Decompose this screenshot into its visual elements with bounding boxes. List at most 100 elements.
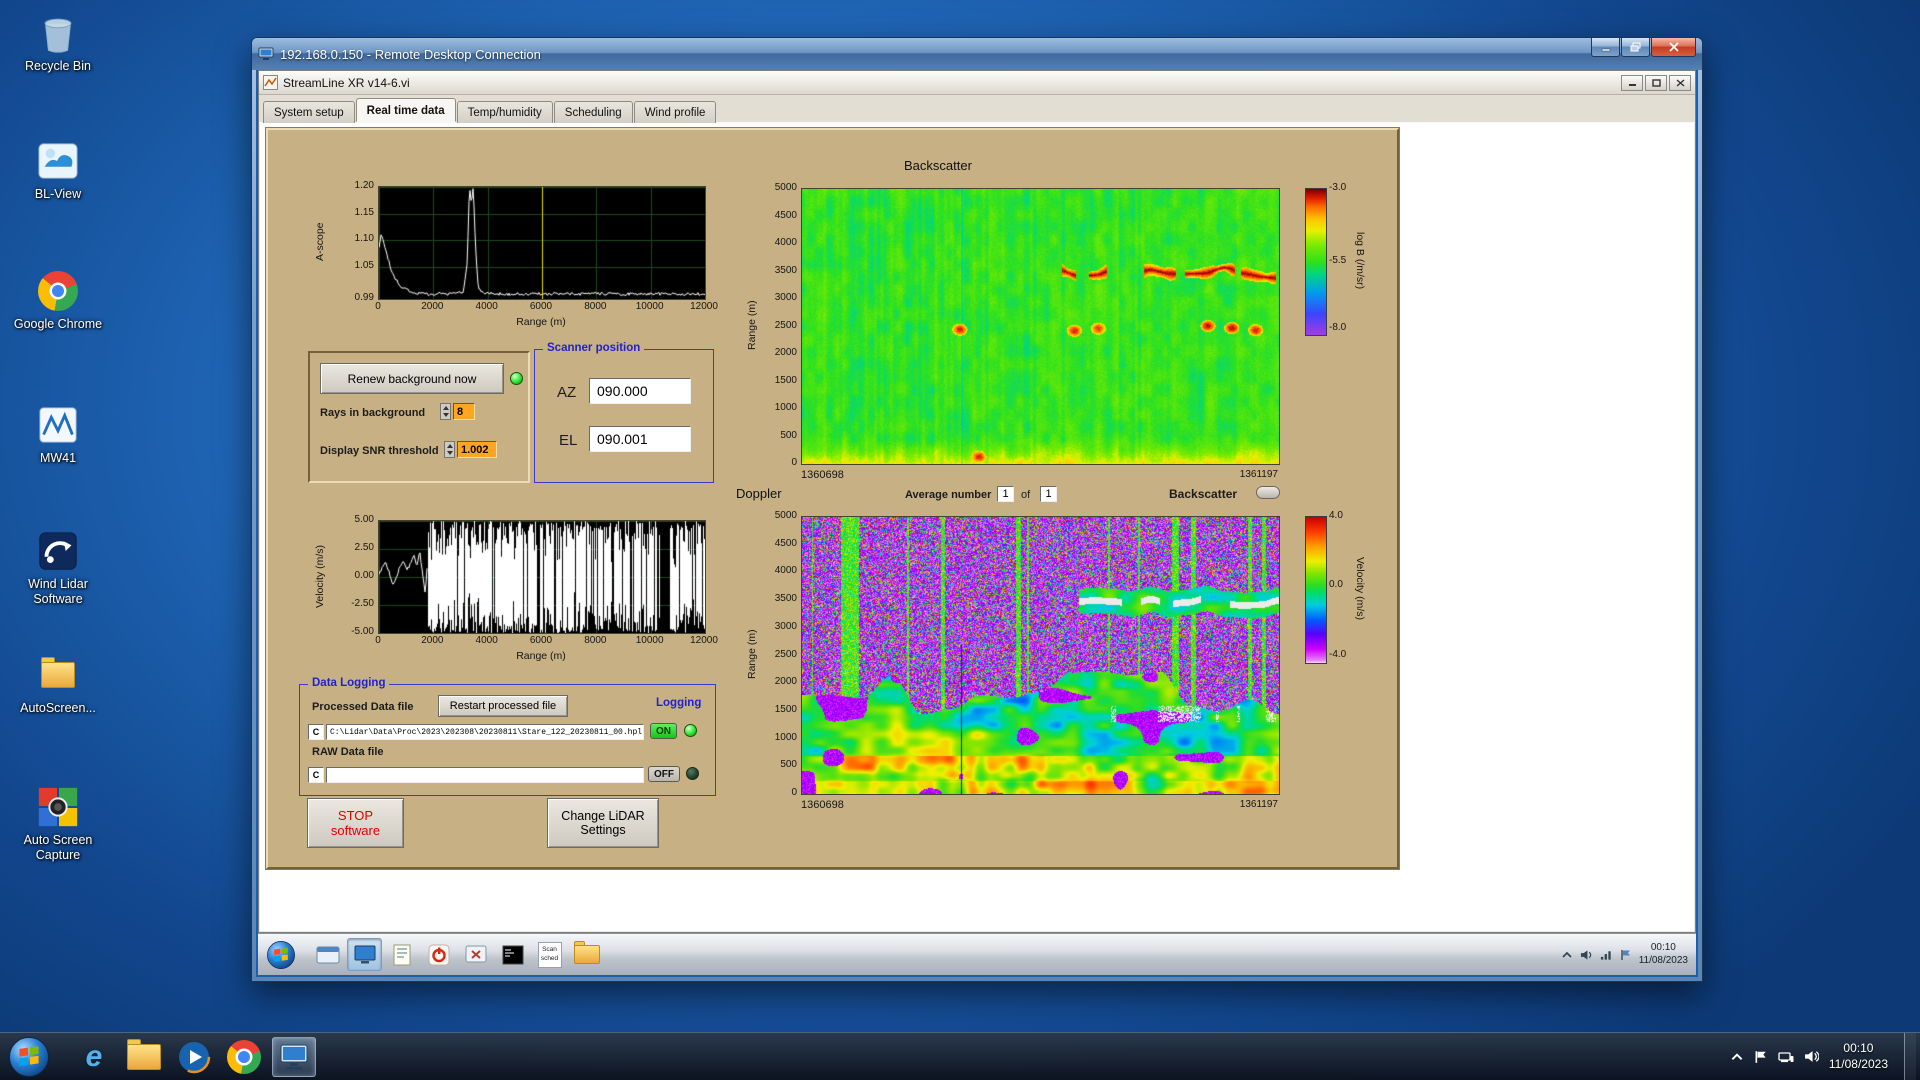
app-maximize-button[interactable] (1645, 74, 1667, 91)
axis-tick-label: 500 (780, 429, 797, 441)
average-total-field[interactable]: 1 (1040, 486, 1057, 502)
wind-lidar-icon (35, 528, 81, 574)
processed-path-field[interactable]: C:\Lidar\Data\Proc\2023\202308\20230811\… (326, 724, 644, 740)
snr-spinner[interactable] (444, 441, 455, 458)
el-value-field[interactable]: 090.001 (589, 426, 691, 452)
desktop-icon-bl-view[interactable]: BL-View (8, 138, 108, 202)
desktop-icon-recycle-bin[interactable]: Recycle Bin (8, 10, 108, 74)
rdp-close-button[interactable] (1651, 38, 1696, 57)
desktop-icon-auto-screen-capture[interactable]: Auto Screen Capture (8, 784, 108, 864)
doppler-colorbar (1305, 516, 1327, 664)
average-number-field[interactable]: 1 (997, 486, 1014, 502)
axis-tick-label: 0 (375, 301, 381, 312)
remote-taskbar: Scan sched 00:10 11/08/2023 (258, 933, 1696, 975)
tab-wind-profile[interactable]: Wind profile (633, 101, 717, 123)
restart-processed-file-button[interactable]: Restart processed file (438, 695, 568, 717)
taskbar-rdp-button[interactable] (272, 1036, 316, 1077)
axis-tick-label: -8.0 (1329, 322, 1347, 334)
axis-tick-label: 2.50 (354, 542, 374, 553)
processed-logging-toggle[interactable]: ON (650, 723, 677, 739)
ascope-graph: A-scope Range (m) 1.20 1.15 1.10 1.05 0.99 0 2… (308, 180, 718, 342)
app-close-button[interactable] (1669, 74, 1691, 91)
rays-value[interactable]: 8 (453, 403, 475, 420)
tab-system-setup[interactable]: System setup (263, 101, 355, 123)
renew-background-button[interactable]: Renew background now (320, 363, 504, 394)
remote-taskbar-app-button[interactable] (347, 938, 382, 971)
change-lidar-settings-button[interactable]: Change LiDAR Settings (547, 798, 659, 848)
remote-taskbar-window-button[interactable] (310, 938, 345, 971)
axis-tick-label: 2500 (774, 319, 797, 331)
tray-chevron-icon[interactable] (1730, 1051, 1744, 1063)
app-minimize-button[interactable] (1621, 74, 1643, 91)
remote-tray-network-icon[interactable] (1600, 949, 1613, 961)
desktop-icon-label: Google Chrome (13, 317, 103, 331)
tray-volume-icon[interactable] (1804, 1050, 1819, 1063)
desktop-icon-mw41[interactable]: MW41 (8, 402, 108, 466)
processed-drive-chip[interactable]: C (308, 724, 324, 740)
remote-start-button[interactable] (266, 940, 296, 970)
remote-taskbar-terminal-button[interactable] (495, 938, 530, 971)
remote-taskbar-folder-button[interactable] (569, 938, 604, 971)
remote-taskbar-power-button[interactable] (421, 938, 456, 971)
taskbar-explorer-button[interactable] (122, 1037, 166, 1077)
mw41-icon (35, 402, 81, 448)
remote-tray-volume-icon[interactable] (1580, 949, 1593, 961)
remote-tray-flag-icon[interactable] (1620, 949, 1632, 961)
desktop-icon-label: Recycle Bin (25, 59, 91, 73)
raw-logging-toggle[interactable]: OFF (648, 766, 680, 782)
rays-spinner[interactable] (440, 403, 451, 420)
rdp-app-icon (258, 47, 274, 60)
axis-tick-label: 1000 (774, 731, 797, 743)
axis-tick-label: 2000 (421, 301, 444, 312)
doppler-plot (801, 516, 1280, 795)
backscatter-toggle[interactable] (1256, 486, 1280, 499)
remote-tray-chevron-icon[interactable] (1561, 950, 1573, 960)
axis-tick-label: 4500 (774, 537, 797, 549)
tab-scheduling[interactable]: Scheduling (553, 101, 633, 123)
axis-tick-label: 0.00 (354, 570, 374, 581)
backscatter-plot (801, 188, 1280, 465)
processed-logging-led (684, 724, 697, 737)
taskbar-clock[interactable]: 00:10 11/08/2023 (1829, 1041, 1888, 1072)
folder-icon (35, 652, 81, 698)
snr-threshold-label: Display SNR threshold (320, 445, 439, 457)
tab-real-time-data[interactable]: Real time data (355, 98, 456, 122)
app-titlebar[interactable]: StreamLine XR v14-6.vi (259, 71, 1695, 95)
show-desktop-button[interactable] (1904, 1032, 1916, 1080)
desktop-icon-wind-lidar[interactable]: Wind Lidar Software (8, 528, 108, 608)
desktop-icon-chrome[interactable]: Google Chrome (8, 268, 108, 332)
taskbar-ie-button[interactable]: e (72, 1037, 116, 1077)
rdp-titlebar[interactable]: 192.168.0.150 - Remote Desktop Connectio… (252, 38, 1702, 70)
raw-drive-chip[interactable]: C (308, 767, 324, 783)
tray-flag-icon[interactable] (1754, 1050, 1768, 1064)
app-client-area: A-scope Range (m) 1.20 1.15 1.10 1.05 0.99 0 2… (260, 123, 1694, 931)
axis-tick-label: 4000 (475, 301, 498, 312)
remote-clock[interactable]: 00:10 11/08/2023 (1639, 942, 1688, 967)
snr-threshold-value[interactable]: 1.002 (457, 441, 497, 458)
ie-icon: e (85, 1039, 103, 1073)
remote-taskbar-notes-button[interactable] (384, 938, 419, 971)
desktop-icon-label: Auto Screen Capture (23, 833, 93, 863)
system-tray: 00:10 11/08/2023 (1730, 1032, 1920, 1080)
tray-network-icon[interactable] (1778, 1050, 1794, 1064)
tab-temp-humidity[interactable]: Temp/humidity (456, 101, 553, 123)
az-value-field[interactable]: 090.000 (589, 378, 691, 404)
remote-taskbar-scan-sched-button[interactable]: Scan sched (532, 938, 567, 971)
doppler-graph: Range (m) 1360698 1361197 Velocity (m/s)… (738, 510, 1398, 840)
stop-software-button[interactable]: STOP software (307, 798, 404, 848)
taskbar-chrome-button[interactable] (222, 1037, 266, 1077)
average-number-label: Average number (905, 489, 992, 501)
taskbar-media-player-button[interactable] (172, 1037, 216, 1077)
desktop-icon-autoscreen[interactable]: AutoScreen... (8, 652, 108, 716)
scan-sched-line2: sched (540, 954, 559, 962)
axis-tick-label: 3500 (774, 264, 797, 276)
remote-taskbar-capture-button[interactable] (458, 938, 493, 971)
rdp-restore-button[interactable] (1621, 38, 1650, 57)
app-window-title: StreamLine XR v14-6.vi (283, 75, 410, 90)
ascope-x-axis-label: Range (m) (516, 316, 566, 328)
remote-clock-time: 00:10 (1650, 942, 1676, 953)
start-button[interactable] (8, 1036, 50, 1078)
rdp-minimize-button[interactable] (1591, 38, 1620, 57)
axis-tick-label: 2000 (774, 676, 797, 688)
raw-path-field[interactable] (326, 767, 644, 783)
